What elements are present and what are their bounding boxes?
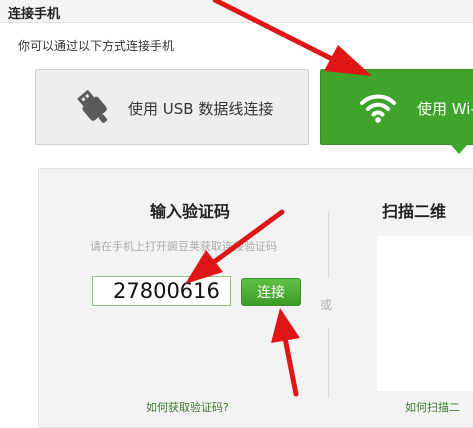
or-separator: 或: [320, 298, 333, 312]
wifi-icon: [360, 94, 396, 123]
connect-button[interactable]: 连接: [241, 278, 301, 306]
verification-code-input[interactable]: [92, 276, 231, 306]
scan-help-link[interactable]: 如何扫描二: [405, 399, 460, 415]
qr-code-area: [377, 236, 473, 391]
get-code-help-link[interactable]: 如何获取验证码?: [146, 399, 229, 415]
window-titlebar: 连接手机: [0, 0, 473, 23]
usb-option-label: 使用 USB 数据线连接: [128, 100, 274, 118]
usb-connect-option[interactable]: 使用 USB 数据线连接: [35, 69, 309, 145]
wifi-connect-option[interactable]: 使用 Wi-: [320, 69, 473, 154]
connect-instructions: 你可以通过以下方式连接手机: [18, 39, 175, 53]
usb-icon: [77, 90, 108, 123]
window-title: 连接手机: [8, 7, 61, 22]
wifi-option-label: 使用 Wi-: [417, 100, 473, 118]
section-divider-top: [328, 212, 329, 278]
selected-pointer: [450, 144, 468, 154]
code-section-title: 输入验证码: [150, 202, 231, 221]
code-section-hint: 请在手机上打开豌豆荚获取连接验证码: [90, 240, 277, 253]
scan-section-title: 扫描二维: [382, 202, 447, 221]
section-divider-bottom: [328, 328, 329, 398]
